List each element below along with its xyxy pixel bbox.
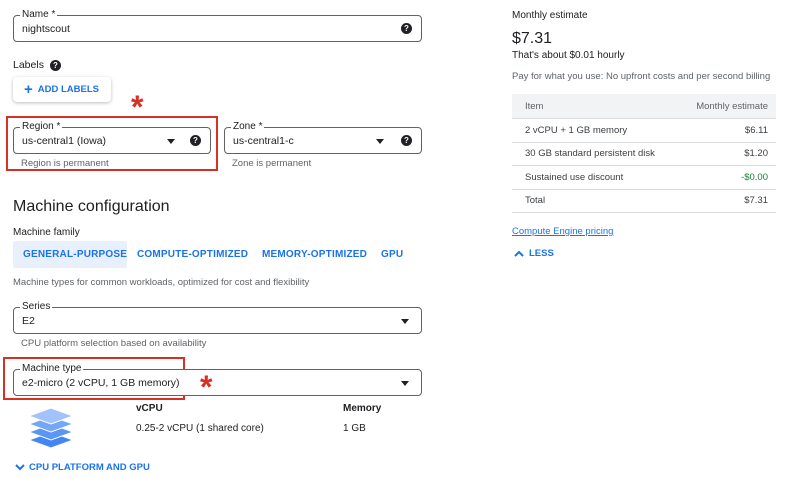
monthly-estimate-column-header: Monthly estimate	[696, 100, 768, 112]
tab-memory-optimized[interactable]: MEMORY-OPTIMIZED	[262, 249, 367, 260]
estimate-price: $7.31	[512, 30, 553, 47]
table-row: 2 vCPU + 1 GB memory $6.11	[512, 119, 776, 143]
estimate-note: Pay for what you use: No upfront costs a…	[512, 71, 771, 82]
row-cost: $6.11	[744, 124, 768, 136]
chevron-down-icon	[15, 464, 25, 471]
zone-value: us-central1-c	[233, 134, 294, 147]
region-label: Region *	[20, 121, 63, 133]
zone-hint: Zone is permanent	[232, 158, 312, 169]
row-item: 2 vCPU + 1 GB memory	[525, 124, 628, 136]
series-label: Series	[20, 301, 53, 313]
estimate-hourly: That's about $0.01 hourly	[512, 50, 625, 61]
estimate-table-header: Item Monthly estimate	[512, 94, 776, 119]
labels-heading: Labels ?	[13, 59, 61, 71]
table-row-total: Total $7.31	[512, 190, 776, 213]
series-hint: CPU platform selection based on availabi…	[21, 338, 207, 349]
row-cost: $1.20	[744, 148, 768, 160]
zone-help-icon[interactable]: ?	[401, 135, 412, 146]
machine-family-description: Machine types for common workloads, opti…	[13, 277, 310, 288]
machine-type-label: Machine type	[20, 363, 84, 375]
series-value: E2	[22, 314, 35, 327]
dropdown-caret-icon	[401, 319, 409, 324]
dropdown-caret-icon	[167, 139, 175, 144]
region-select[interactable]: Region * us-central1 (Iowa) ?	[13, 121, 211, 154]
tab-compute-optimized[interactable]: COMPUTE-OPTIMIZED	[137, 249, 248, 260]
row-cost-discount: -$0.00	[741, 171, 768, 183]
row-item: 30 GB standard persistent disk	[525, 148, 655, 160]
dropdown-caret-icon	[401, 381, 409, 386]
less-toggle[interactable]: LESS	[514, 248, 554, 259]
chevron-up-icon	[514, 250, 524, 257]
name-field[interactable]: Name * nightscout ?	[13, 9, 422, 42]
memory-value: 1 GB	[343, 423, 366, 434]
item-column-header: Item	[525, 100, 544, 112]
row-item: Total	[525, 195, 546, 207]
tab-gpu[interactable]: GPU	[381, 249, 403, 260]
machine-family-label: Machine family	[13, 227, 80, 238]
labels-title: Labels	[13, 59, 44, 71]
machine-type-select[interactable]: Machine type e2-micro (2 vCPU, 1 GB memo…	[13, 363, 422, 396]
machine-configuration-title: Machine configuration	[13, 198, 170, 215]
zone-label: Zone *	[231, 121, 265, 133]
name-field-label: Name *	[20, 9, 58, 21]
vcpu-header: vCPU	[136, 403, 163, 414]
region-value: us-central1 (Iowa)	[22, 134, 107, 147]
machine-type-value: e2-micro (2 vCPU, 1 GB memory)	[22, 376, 180, 389]
add-labels-label: ADD LABELS	[37, 84, 99, 95]
region-help-icon[interactable]: ?	[190, 135, 201, 146]
table-row: 30 GB standard persistent disk $1.20	[512, 143, 776, 166]
vcpu-value: 0.25-2 vCPU (1 shared core)	[136, 423, 264, 434]
tab-general-purpose-label[interactable]: GENERAL-PURPOSE	[23, 249, 127, 260]
dropdown-caret-icon	[376, 139, 384, 144]
cpu-platform-toggle[interactable]: CPU PLATFORM AND GPU	[15, 462, 150, 473]
labels-help-icon[interactable]: ?	[49, 59, 61, 71]
less-toggle-label: LESS	[529, 248, 554, 259]
cpu-platform-toggle-label: CPU PLATFORM AND GPU	[29, 462, 150, 473]
estimate-table: Item Monthly estimate 2 vCPU + 1 GB memo…	[512, 94, 776, 213]
series-select[interactable]: Series E2	[13, 301, 422, 334]
row-cost: $7.31	[744, 195, 768, 207]
estimate-title: Monthly estimate	[512, 10, 588, 21]
region-hint: Region is permanent	[21, 158, 109, 169]
name-field-value[interactable]: nightscout	[22, 23, 70, 35]
layers-icon	[25, 402, 77, 450]
compute-engine-pricing-link[interactable]: Compute Engine pricing	[512, 226, 613, 237]
plus-icon: +	[24, 80, 33, 98]
memory-header: Memory	[343, 403, 382, 414]
help-icon[interactable]: ?	[401, 23, 412, 34]
table-row: Sustained use discount -$0.00	[512, 166, 776, 190]
zone-select[interactable]: Zone * us-central1-c ?	[224, 121, 422, 154]
add-labels-button[interactable]: + ADD LABELS	[13, 77, 111, 102]
annotation-asterisk-machine-type: *	[200, 369, 213, 405]
row-item: Sustained use discount	[525, 171, 624, 183]
